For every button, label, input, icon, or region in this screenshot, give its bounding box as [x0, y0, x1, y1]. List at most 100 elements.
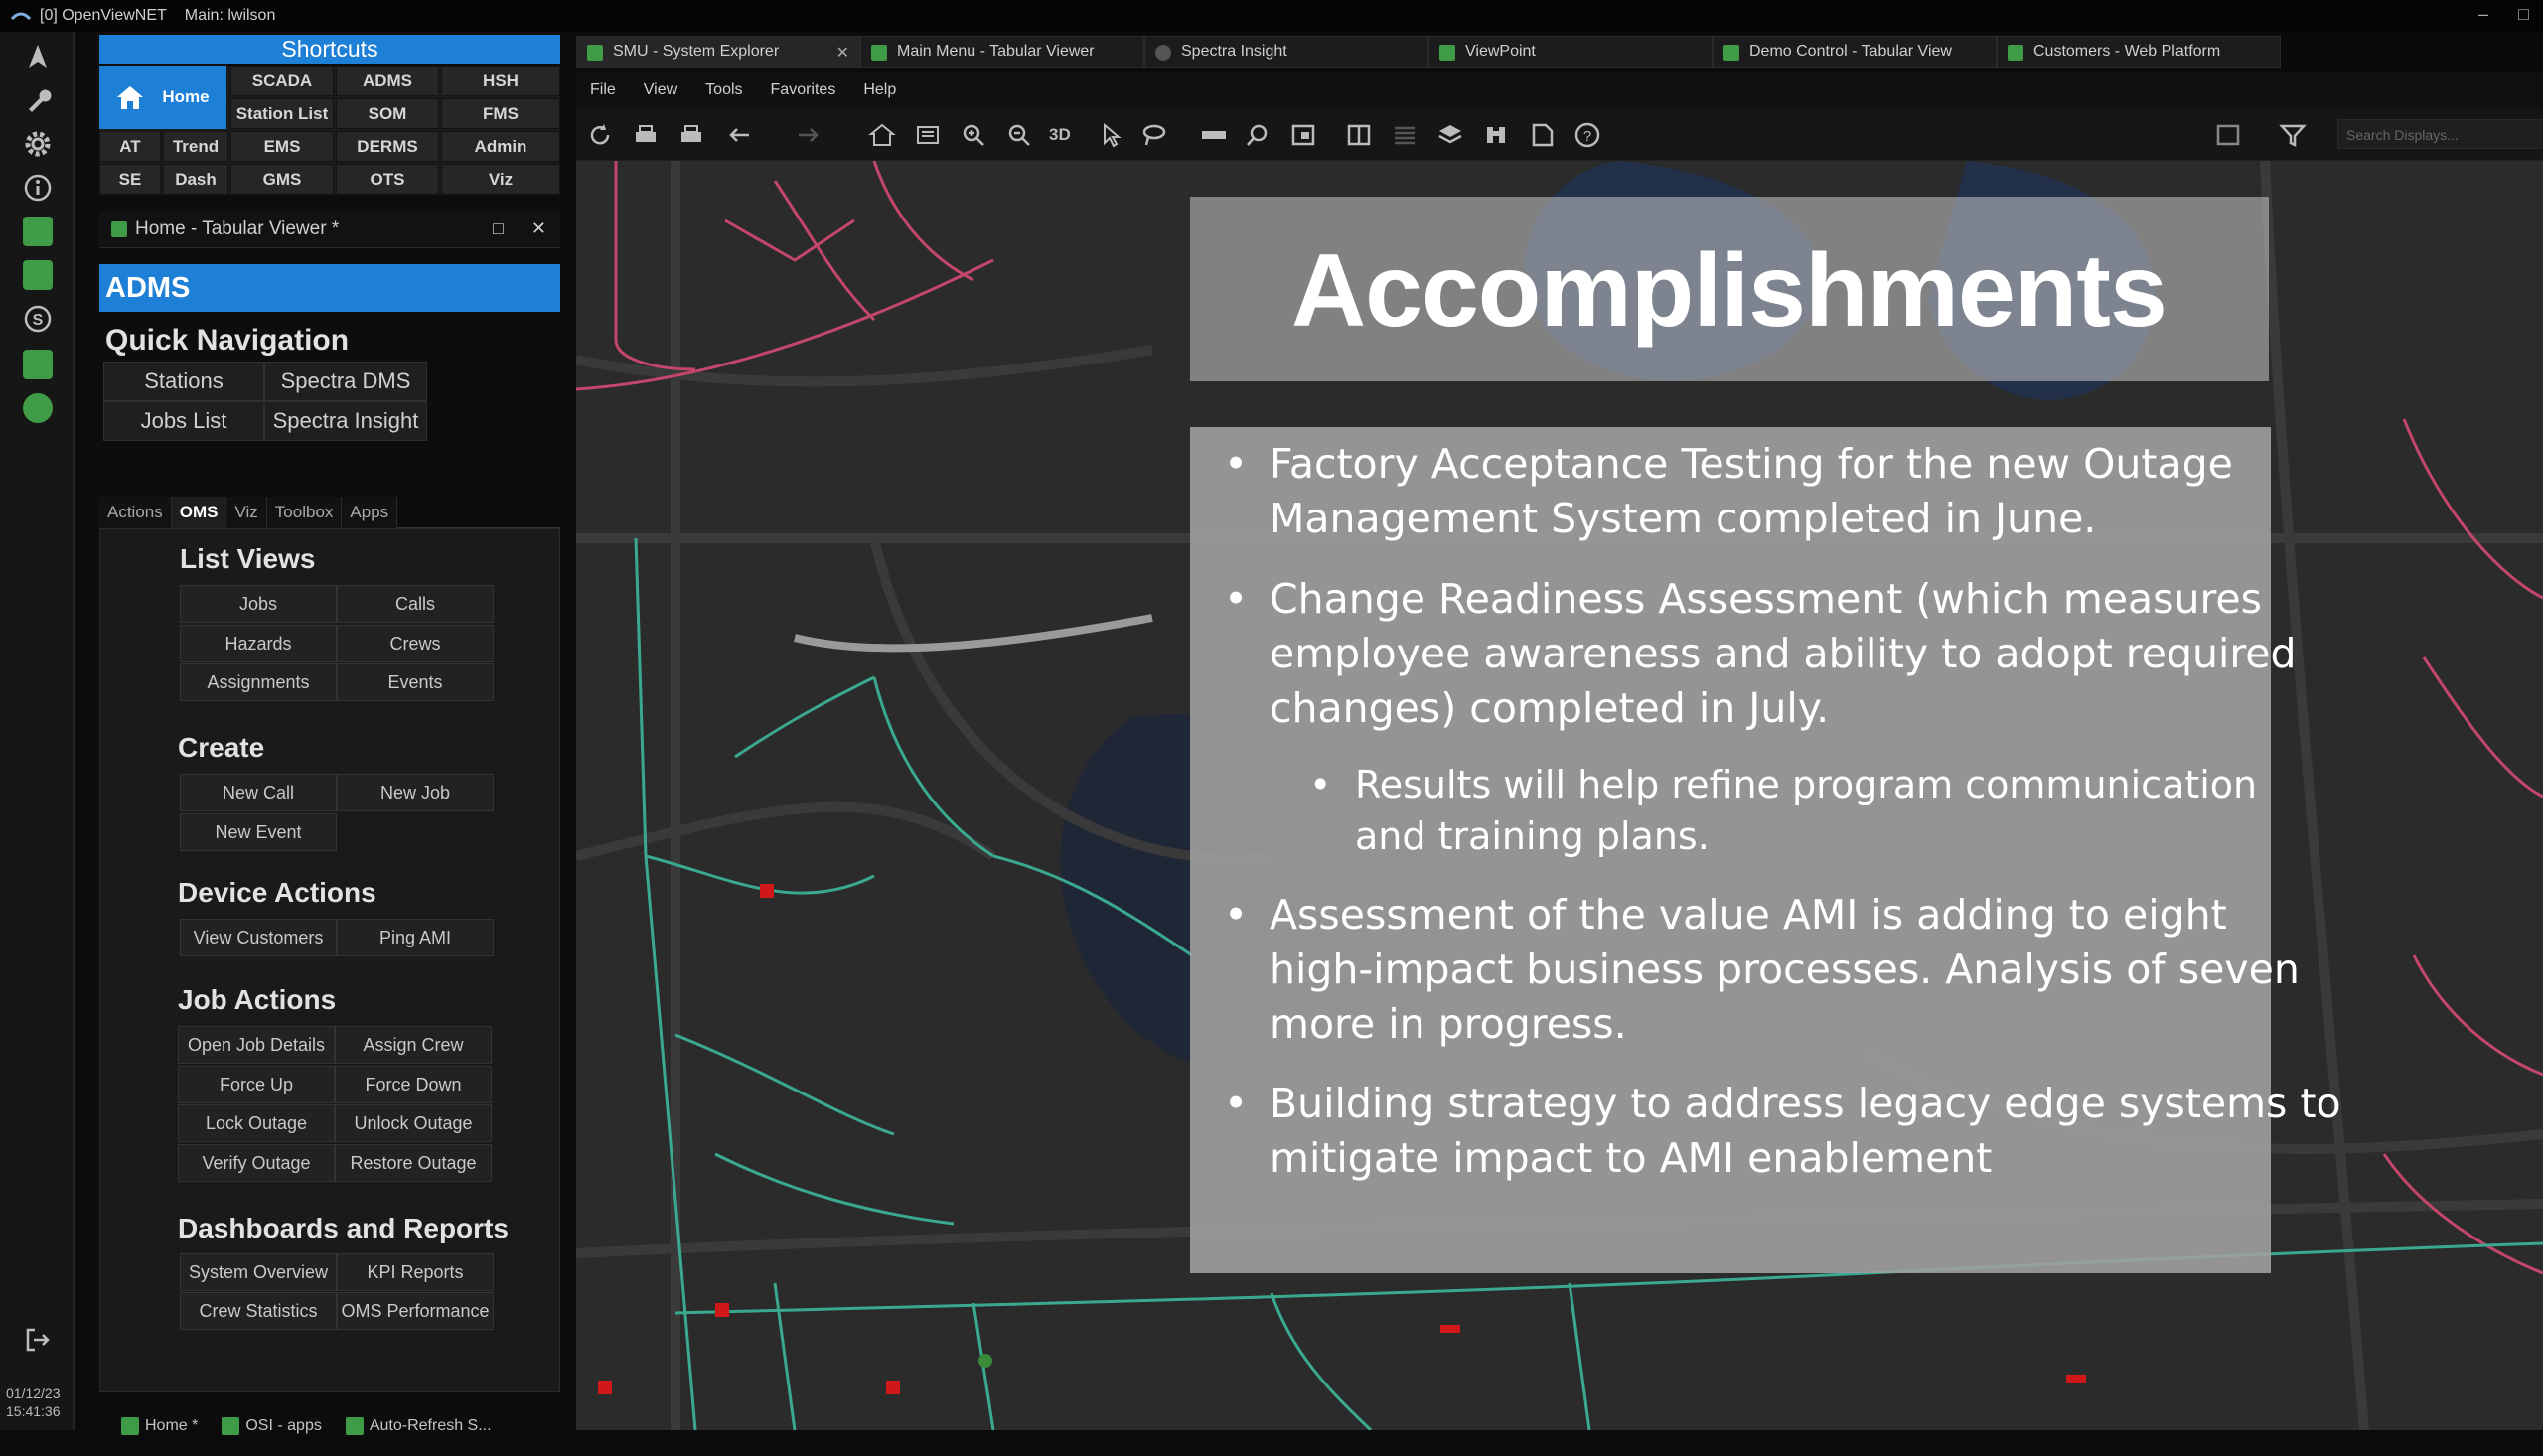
forward-arrow-icon[interactable] [795, 121, 823, 149]
shortcut-station-list[interactable]: Station List [230, 98, 334, 129]
restore-button[interactable]: □ [493, 218, 504, 239]
menu-help[interactable]: Help [849, 81, 910, 99]
job-unlock-outage[interactable]: Unlock Outage [335, 1104, 492, 1142]
job-restore-outage[interactable]: Restore Outage [335, 1144, 492, 1182]
layers-icon[interactable] [1436, 121, 1464, 149]
shortcut-viz[interactable]: Viz [441, 164, 560, 195]
device-ping-ami[interactable]: Ping AMI [337, 919, 494, 956]
close-panel-button[interactable]: ✕ [531, 218, 546, 239]
dash-crew-statistics[interactable]: Crew Statistics [180, 1292, 337, 1330]
create-new-job[interactable]: New Job [337, 774, 494, 811]
close-tab-icon[interactable]: ✕ [836, 43, 849, 63]
tab-apps[interactable]: Apps [342, 497, 398, 528]
bottom-tab-osi-apps[interactable]: OSI - apps [222, 1417, 322, 1435]
list-view-calls[interactable]: Calls [337, 585, 494, 623]
pointer-app-icon[interactable] [23, 260, 53, 290]
refresh-icon[interactable] [586, 121, 614, 149]
panel-icon[interactable] [1345, 121, 1373, 149]
job-verify-outage[interactable]: Verify Outage [178, 1144, 335, 1182]
globe-icon[interactable] [23, 393, 53, 423]
job-open-details[interactable]: Open Job Details [178, 1026, 335, 1064]
navigate-arrow-icon[interactable] [21, 40, 55, 73]
tab-smu-system-explorer[interactable]: SMU - System Explorer ✕ [576, 36, 860, 68]
quick-nav-spectra-insight[interactable]: Spectra Insight [264, 401, 427, 441]
quick-nav-stations[interactable]: Stations [103, 362, 264, 401]
shortcut-se[interactable]: SE [99, 164, 161, 195]
search-displays-input[interactable]: Search Displays... [2337, 119, 2543, 149]
dash-kpi-reports[interactable]: KPI Reports [337, 1253, 494, 1291]
tab-viz[interactable]: Viz [226, 497, 267, 528]
wrench-icon[interactable] [21, 83, 55, 117]
tab-actions[interactable]: Actions [99, 497, 172, 528]
select-pointer-icon[interactable] [1097, 121, 1124, 149]
binoculars-icon[interactable] [1482, 121, 1510, 149]
shortcut-derms[interactable]: DERMS [336, 131, 439, 162]
dash-system-overview[interactable]: System Overview [180, 1253, 337, 1291]
shortcut-dash[interactable]: Dash [163, 164, 228, 195]
shortcut-trend[interactable]: Trend [163, 131, 228, 162]
shortcut-hsh[interactable]: HSH [441, 66, 560, 96]
table-app-icon[interactable] [23, 217, 53, 246]
find-icon[interactable] [1244, 121, 1272, 149]
shortcut-home-button[interactable]: Home [99, 66, 226, 129]
3d-toggle[interactable]: 3D [1049, 121, 1077, 149]
bottom-tab-auto-refresh[interactable]: Auto-Refresh S... [345, 1417, 492, 1435]
home-icon[interactable] [868, 121, 896, 149]
tab-spectra-insight[interactable]: Spectra Insight [1144, 36, 1428, 68]
print-icon[interactable] [632, 121, 660, 149]
alarm-bell-icon[interactable] [23, 350, 53, 379]
maximize-button[interactable]: □ [2518, 4, 2529, 25]
job-force-down[interactable]: Force Down [335, 1066, 492, 1103]
info-icon[interactable] [21, 171, 55, 205]
tab-oms[interactable]: OMS [171, 497, 227, 528]
bottom-tab-home[interactable]: Home * [121, 1417, 198, 1435]
job-assign-crew[interactable]: Assign Crew [335, 1026, 492, 1064]
tab-customers-web[interactable]: Customers - Web Platform [1997, 36, 2281, 68]
tab-main-menu[interactable]: Main Menu - Tabular Viewer [860, 36, 1144, 68]
quick-nav-spectra-dms[interactable]: Spectra DMS [264, 362, 427, 401]
window-icon[interactable] [1289, 121, 1317, 149]
gear-icon[interactable] [21, 127, 55, 161]
list-view-assignments[interactable]: Assignments [180, 663, 337, 701]
export-icon[interactable] [1528, 121, 1556, 149]
minimize-button[interactable]: – [2478, 4, 2488, 25]
menu-favorites[interactable]: Favorites [757, 81, 850, 99]
list-view-events[interactable]: Events [337, 663, 494, 701]
shortcut-ems[interactable]: EMS [230, 131, 334, 162]
list-view-crews[interactable]: Crews [337, 625, 494, 662]
spectra-icon[interactable]: S [21, 302, 55, 336]
shortcut-fms[interactable]: FMS [441, 98, 560, 129]
shortcut-at[interactable]: AT [99, 131, 161, 162]
list-view-hazards[interactable]: Hazards [180, 625, 337, 662]
dash-oms-performance[interactable]: OMS Performance [337, 1292, 494, 1330]
menu-view[interactable]: View [630, 81, 691, 99]
zoom-in-icon[interactable] [960, 121, 987, 149]
create-new-event[interactable]: New Event [180, 813, 337, 851]
filter-icon[interactable] [2279, 121, 2307, 149]
job-lock-outage[interactable]: Lock Outage [178, 1104, 335, 1142]
display-select-icon[interactable] [2215, 121, 2243, 149]
job-force-up[interactable]: Force Up [178, 1066, 335, 1103]
list-view-jobs[interactable]: Jobs [180, 585, 337, 623]
tab-toolbox[interactable]: Toolbox [266, 497, 343, 528]
logout-icon[interactable] [21, 1323, 55, 1357]
shortcut-gms[interactable]: GMS [230, 164, 334, 195]
shortcut-admin[interactable]: Admin [441, 131, 560, 162]
create-new-call[interactable]: New Call [180, 774, 337, 811]
help-icon[interactable]: ? [1573, 121, 1601, 149]
shortcut-ots[interactable]: OTS [336, 164, 439, 195]
list-icon[interactable] [1391, 121, 1419, 149]
zoom-out-icon[interactable] [1005, 121, 1033, 149]
lasso-icon[interactable] [1140, 121, 1168, 149]
measure-icon[interactable] [1200, 121, 1228, 149]
menu-tools[interactable]: Tools [691, 81, 756, 99]
tab-demo-control[interactable]: Demo Control - Tabular View [1713, 36, 1997, 68]
tab-viewpoint[interactable]: ViewPoint [1428, 36, 1713, 68]
shortcut-scada[interactable]: SCADA [230, 66, 334, 96]
back-arrow-icon[interactable] [725, 121, 753, 149]
device-view-customers[interactable]: View Customers [180, 919, 337, 956]
menu-file[interactable]: File [576, 81, 630, 99]
print-preview-icon[interactable] [677, 121, 705, 149]
overview-icon[interactable] [914, 121, 942, 149]
quick-nav-jobs-list[interactable]: Jobs List [103, 401, 264, 441]
